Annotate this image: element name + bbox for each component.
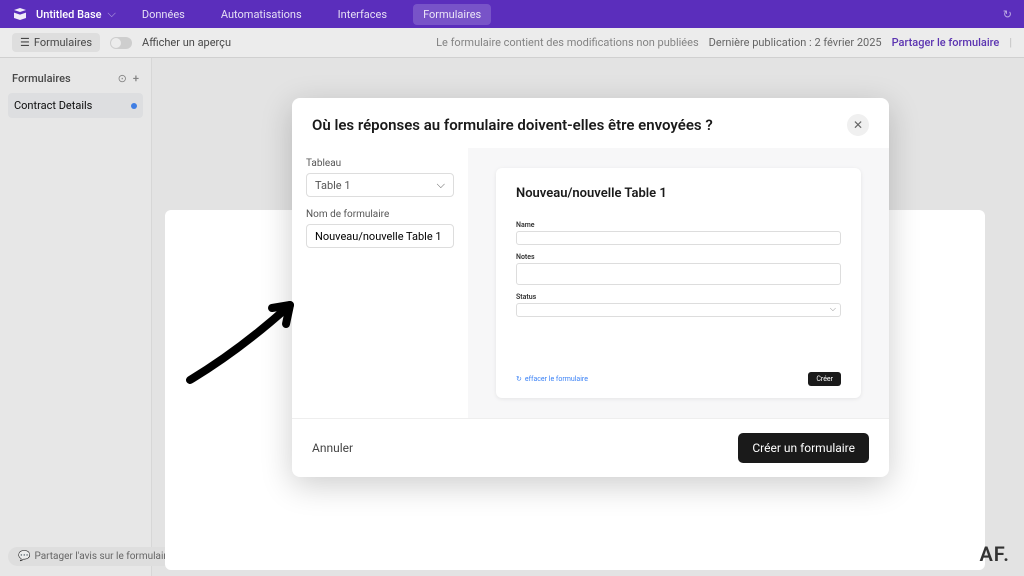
preview-submit-button: Créer [808,372,841,386]
create-form-modal: Où les réponses au formulaire doivent-el… [292,98,889,477]
close-icon[interactable]: ✕ [847,114,869,136]
table-select-label: Tableau [306,158,454,169]
form-preview: Nouveau/nouvelle Table 1 Name Notes Stat… [496,168,861,398]
base-name[interactable]: Untitled Base [36,8,102,21]
table-select[interactable]: Table 1 ⌵ [306,173,454,197]
top-nav: Untitled Base ⌵ Données Automatisations … [0,0,1024,28]
preview-clear-link: ↻ effacer le formulaire [516,375,588,383]
chevron-down-icon: ⌵ [437,178,445,192]
tab-interfaces[interactable]: Interfaces [328,4,397,25]
nav-tabs: Données Automatisations Interfaces Formu… [132,4,491,25]
watermark: AF. [979,542,1010,566]
tab-data[interactable]: Données [132,4,195,25]
preview-label-notes: Notes [516,253,841,261]
modal-left-panel: Tableau Table 1 ⌵ Nom de formulaire [292,148,468,418]
preview-input-notes [516,263,841,285]
table-select-value: Table 1 [315,179,351,192]
chevron-down-icon[interactable]: ⌵ [108,7,116,21]
modal-title: Où les réponses au formulaire doivent-el… [312,116,713,134]
modal-preview-panel: Nouveau/nouvelle Table 1 Name Notes Stat… [468,148,889,418]
tab-forms[interactable]: Formulaires [413,4,491,25]
history-icon[interactable]: ↻ [1003,8,1012,21]
cancel-button[interactable]: Annuler [312,441,353,455]
preview-label-status: Status [516,293,841,301]
create-form-button[interactable]: Créer un formulaire [738,433,869,463]
form-name-label: Nom de formulaire [306,209,454,220]
refresh-icon: ↻ [516,375,522,383]
modal-footer: Annuler Créer un formulaire [292,418,889,477]
preview-label-name: Name [516,221,841,229]
modal-body: Tableau Table 1 ⌵ Nom de formulaire Nouv… [292,148,889,418]
preview-footer: ↻ effacer le formulaire Créer [516,358,841,386]
preview-input-status [516,303,841,317]
preview-clear-label: effacer le formulaire [525,375,588,383]
form-name-input[interactable] [306,224,454,248]
preview-input-name [516,231,841,245]
tab-automations[interactable]: Automatisations [211,4,312,25]
logo-icon [12,6,28,22]
modal-header: Où les réponses au formulaire doivent-el… [292,98,889,148]
preview-title: Nouveau/nouvelle Table 1 [516,186,841,201]
